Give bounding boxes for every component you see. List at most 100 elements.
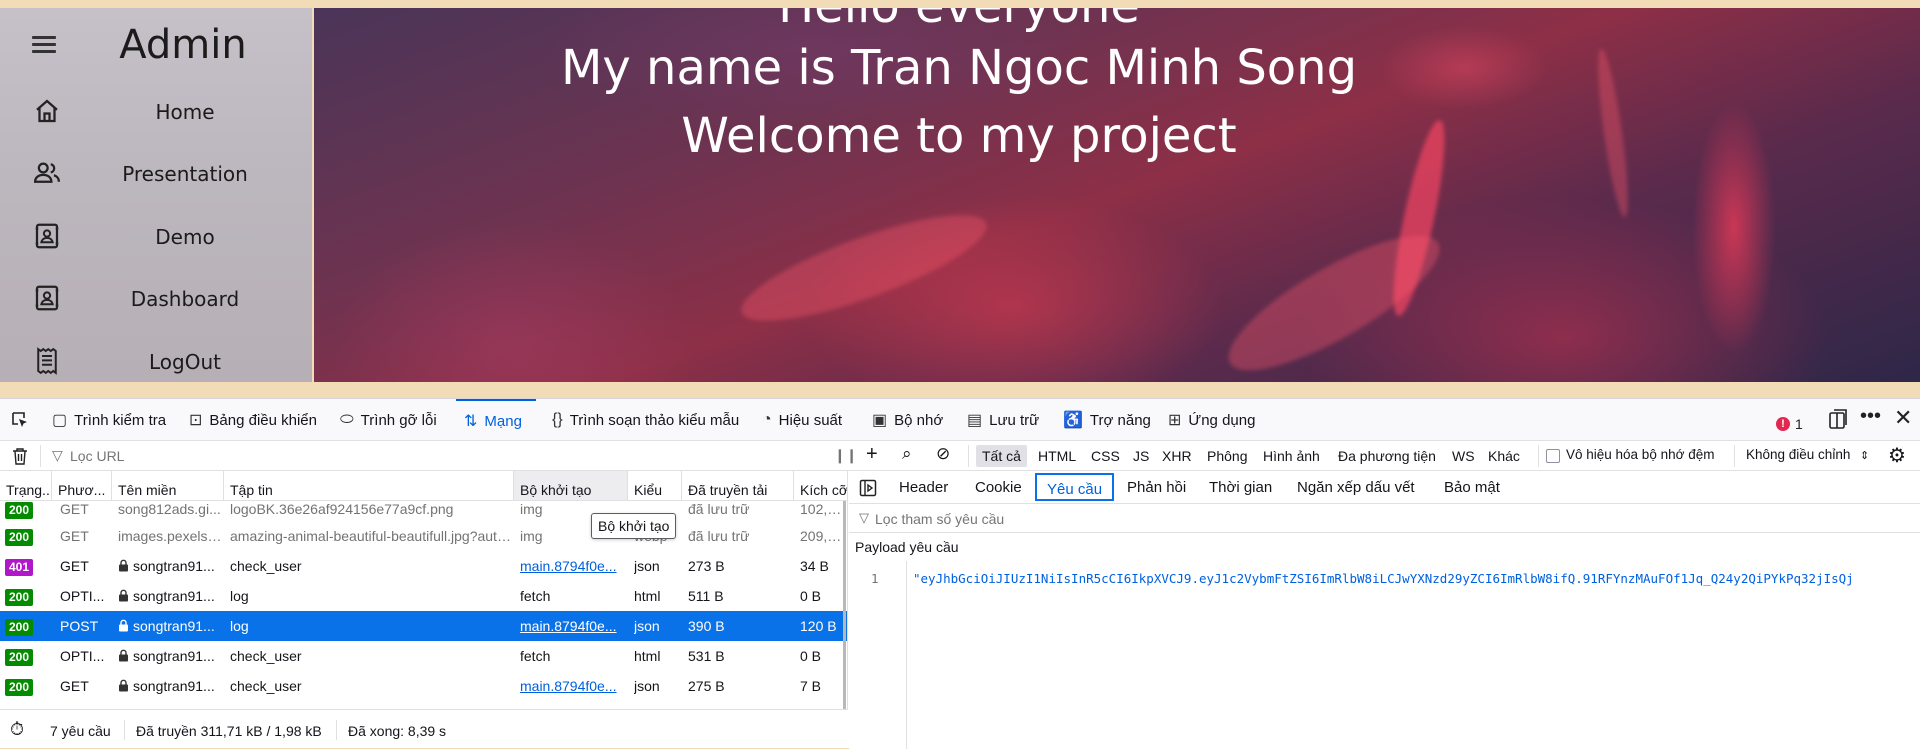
divider [336,720,337,740]
cell-text: html [634,588,661,604]
cell-text: song812ads.gi... [118,501,221,517]
tab-timings[interactable]: Thời gian [1199,473,1282,501]
sidebar-item-dashboard[interactable]: Dashboard [0,273,312,323]
hero-banner: Hello everyone My name is Tran Ngoc Minh… [314,8,1920,382]
element-picker-icon[interactable] [10,410,30,430]
filter-other[interactable]: Khác [1482,445,1526,467]
error-count-button[interactable]: ! 1 [1776,411,1803,437]
tab-label: Bảng điều khiển [209,411,317,429]
divider [40,445,41,467]
tab-request[interactable]: Yêu cầu [1035,473,1115,501]
tab-performance[interactable]: ◔ Hiệu suất [762,399,842,441]
initiator-link[interactable]: main.8794f0e... [520,558,617,574]
request-row[interactable]: 200 GET song812ads.gi... logoBK.36e26af9241… [0,501,847,521]
line-number: 1 [871,571,879,586]
cell-domain: song812ads.gi... [118,501,222,517]
sidebar-item-label: Presentation [122,162,248,186]
filter-ws[interactable]: WS [1446,445,1481,467]
tab-style-editor[interactable]: {} Trình soạn thảo kiểu mẫu [552,399,739,441]
cell-text: amazing-animal-beautiful-beautifull.jpg?… [230,528,512,544]
tab-console[interactable]: ⊡ Bảng điều khiển [189,399,317,441]
column-header-size[interactable]: Kích cỡ [794,471,847,501]
sidebar-item-presentation[interactable]: Presentation [0,148,312,198]
disable-cache-label: Vô hiệu hóa bộ nhớ đệm [1566,447,1715,462]
sidebar-item-demo[interactable]: Demo [0,211,312,261]
column-header-file[interactable]: Tập tin [224,471,514,501]
filter-js[interactable]: JS [1127,445,1155,467]
tab-label: Trình kiểm tra [74,411,167,429]
payload-code[interactable]: "eyJhbGciOiJIUzI1NiIsInR5cCI6IkpXVCJ9.ey… [913,571,1854,586]
sidebar-item-logout[interactable]: LogOut [0,336,312,386]
tab-cookies[interactable]: Cookie [965,473,1032,501]
url-filter-input[interactable] [70,445,830,467]
close-icon[interactable]: ✕ [1894,405,1912,431]
tab-application[interactable]: ⊞ Ứng dụng [1168,399,1255,441]
toggle-sidebar-icon[interactable] [859,479,877,497]
tab-label: Bộ nhớ [894,411,944,429]
tab-headers[interactable]: Header [889,473,958,501]
block-icon[interactable]: ⊘ [936,444,950,464]
column-header-status[interactable]: Trạng... [0,471,52,501]
cell-text: 273 B [688,558,725,574]
cell-text: json [634,678,660,694]
cell-domain: songtran91... [118,618,222,634]
tab-accessibility[interactable]: ♿ Trợ năng [1063,399,1151,441]
screen: Admin Home Presentation Demo Dashboard L… [0,0,1920,749]
cell-text: 120 B [800,618,837,634]
cell-text: songtran91... [133,618,215,634]
trash-icon[interactable] [12,447,28,465]
filter-html[interactable]: HTML [1032,445,1082,467]
cell-transferred: đã lưu trữ [688,528,788,544]
filter-all[interactable]: Tất cả [976,445,1027,467]
request-row[interactable]: 401 GET songtran91... check_user main.8794f0… [0,551,847,581]
throttling-select[interactable]: Không điều chỉnh [1746,447,1850,462]
request-row[interactable]: 200 POST songtran91... log main.8794f0e... js… [0,611,847,641]
cell-text: 390 B [688,618,725,634]
filter-funnel-icon: ▽ [859,510,869,525]
dock-side-icon[interactable] [1828,409,1848,431]
tab-response[interactable]: Phản hồi [1117,473,1196,501]
cell-transferred: 511 B [688,588,788,604]
column-header-domain[interactable]: Tên miền [112,471,224,501]
tab-debugger[interactable]: ⬭ Trình gỡ lỗi [340,399,437,441]
tab-storage[interactable]: ▤ Lưu trữ [967,399,1039,441]
cell-text: songtran91... [133,648,215,664]
tab-stack-trace[interactable]: Ngăn xếp dấu vết [1287,473,1425,501]
filter-media[interactable]: Đa phương tiện [1332,445,1442,467]
initiator-link[interactable]: main.8794f0e... [520,678,617,694]
request-row[interactable]: 200 GET songtran91... check_user main.8794f0… [0,671,847,701]
column-header-method[interactable]: Phươ... [52,471,112,501]
tab-memory[interactable]: ▣ Bộ nhớ [872,399,943,441]
request-row[interactable]: 200 OPTI... songtran91... check_user fetch ht… [0,641,847,671]
cell-text: 102,5... [800,501,846,517]
disable-cache-checkbox[interactable] [1546,449,1560,463]
cell-text: log [230,588,249,604]
cell-domain: songtran91... [118,678,222,694]
request-row[interactable]: 200 OPTI... songtran91... log fetch html 511 B… [0,581,847,611]
tab-label: Mạng [484,412,522,430]
search-icon[interactable]: ⌕ [902,444,912,464]
filter-css[interactable]: CSS [1085,445,1126,467]
request-row[interactable]: 200 GET images.pexels.c... amazing-animal-b… [0,521,847,551]
tab-network[interactable]: ⇅ Mạng [456,399,536,441]
tab-inspector[interactable]: ▢ Trình kiểm tra [52,399,166,441]
initiator-link[interactable]: main.8794f0e... [520,618,617,634]
hamburger-menu-icon[interactable] [30,32,58,56]
network-filter-bar: ▽ ❙❙ + ⌕ ⊘ Tất cả HTML CSS JS XHR Phông … [0,441,1920,471]
plus-icon[interactable]: + [866,443,878,466]
sidebar-item-home[interactable]: Home [0,86,312,136]
column-header-initiator[interactable]: Bộ khởi tạo [514,471,628,501]
filter-images[interactable]: Hình ảnh [1257,445,1326,467]
params-filter-input[interactable] [875,508,1875,530]
settings-gear-icon[interactable]: ⚙ [1888,443,1906,468]
scrollbar[interactable] [843,501,846,709]
column-header-type[interactable]: Kiểu [628,471,682,501]
more-options-icon[interactable]: ••• [1860,405,1881,431]
filter-xhr[interactable]: XHR [1156,445,1198,467]
filter-fonts[interactable]: Phông [1201,445,1253,467]
request-details-panel: Header Cookie Yêu cầu Phản hồi Thời gian… [849,471,1920,749]
pause-icon[interactable]: ❙❙ [834,447,857,464]
column-header-transferred[interactable]: Đã truyền tải [682,471,794,501]
cell-file: log [230,618,512,634]
tab-security[interactable]: Bảo mật [1434,473,1510,501]
